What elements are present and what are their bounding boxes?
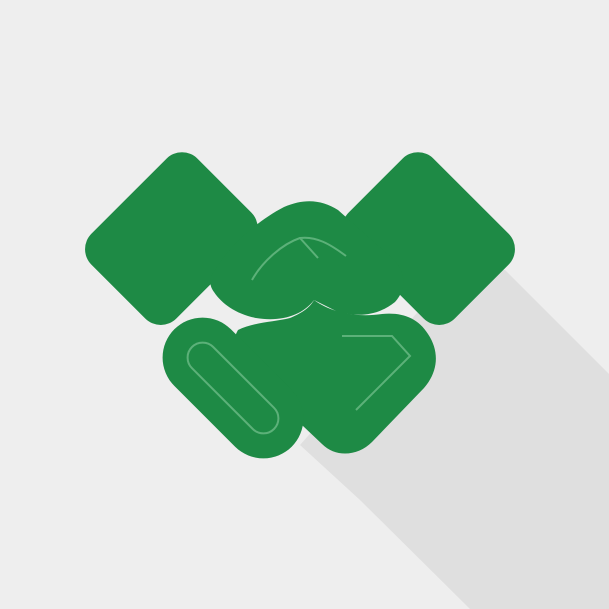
handshake-icon bbox=[0, 0, 609, 609]
app-icon-tile bbox=[0, 0, 609, 609]
